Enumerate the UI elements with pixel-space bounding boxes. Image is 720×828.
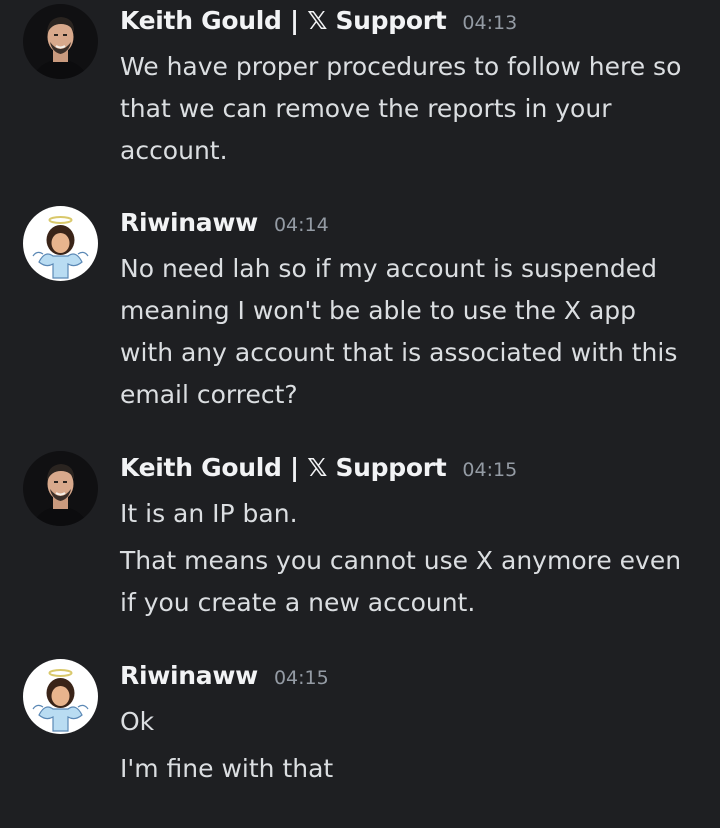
message-header: Keith Gould | 𝕏 Support 04:15 bbox=[120, 453, 517, 493]
message-text: meaning I won't be able to use the X app bbox=[120, 296, 637, 325]
message-body: I'm fine with that bbox=[120, 748, 710, 790]
chat-log: Keith Gould | 𝕏 Support 04:13 We have pr… bbox=[0, 0, 720, 828]
message-text: Ok bbox=[120, 707, 155, 736]
message-header: Keith Gould | 𝕏 Support 04:13 bbox=[120, 6, 517, 46]
timestamp[interactable]: 04:13 bbox=[462, 12, 517, 34]
message-text: that we can remove the reports in your bbox=[120, 94, 612, 123]
message-text: It is an IP ban. bbox=[120, 499, 298, 528]
avatar[interactable] bbox=[23, 4, 98, 79]
message-text: if you create a new account. bbox=[120, 588, 476, 617]
avatar[interactable] bbox=[23, 206, 98, 281]
message-text: That means you cannot use X anymore even bbox=[120, 546, 682, 575]
message-body: That means you cannot use X anymore even… bbox=[120, 540, 710, 624]
message-header: Riwinaww 04:14 bbox=[120, 208, 329, 248]
message-text: I'm fine with that bbox=[120, 754, 334, 783]
message-body: No need lah so if my account is suspende… bbox=[120, 248, 710, 416]
author-name[interactable]: Riwinaww bbox=[120, 661, 258, 690]
message-text: with any account that is associated with… bbox=[120, 338, 678, 367]
timestamp[interactable]: 04:14 bbox=[274, 214, 329, 236]
author-name[interactable]: Riwinaww bbox=[120, 208, 258, 237]
author-name[interactable]: Keith Gould | 𝕏 Support bbox=[120, 453, 447, 482]
avatar[interactable] bbox=[23, 451, 98, 526]
message-header: Riwinaww 04:15 bbox=[120, 661, 329, 701]
message-body: It is an IP ban. bbox=[120, 493, 710, 535]
timestamp[interactable]: 04:15 bbox=[274, 667, 329, 689]
timestamp[interactable]: 04:15 bbox=[462, 459, 517, 481]
message-body: We have proper procedures to follow here… bbox=[120, 46, 710, 172]
avatar[interactable] bbox=[23, 659, 98, 734]
message-text: email correct? bbox=[120, 380, 298, 409]
message-body: Ok bbox=[120, 701, 710, 743]
author-name[interactable]: Keith Gould | 𝕏 Support bbox=[120, 6, 447, 35]
message-text: We have proper procedures to follow here… bbox=[120, 52, 682, 81]
message-text: account. bbox=[120, 136, 228, 165]
message-text: No need lah so if my account is suspende… bbox=[120, 254, 658, 283]
